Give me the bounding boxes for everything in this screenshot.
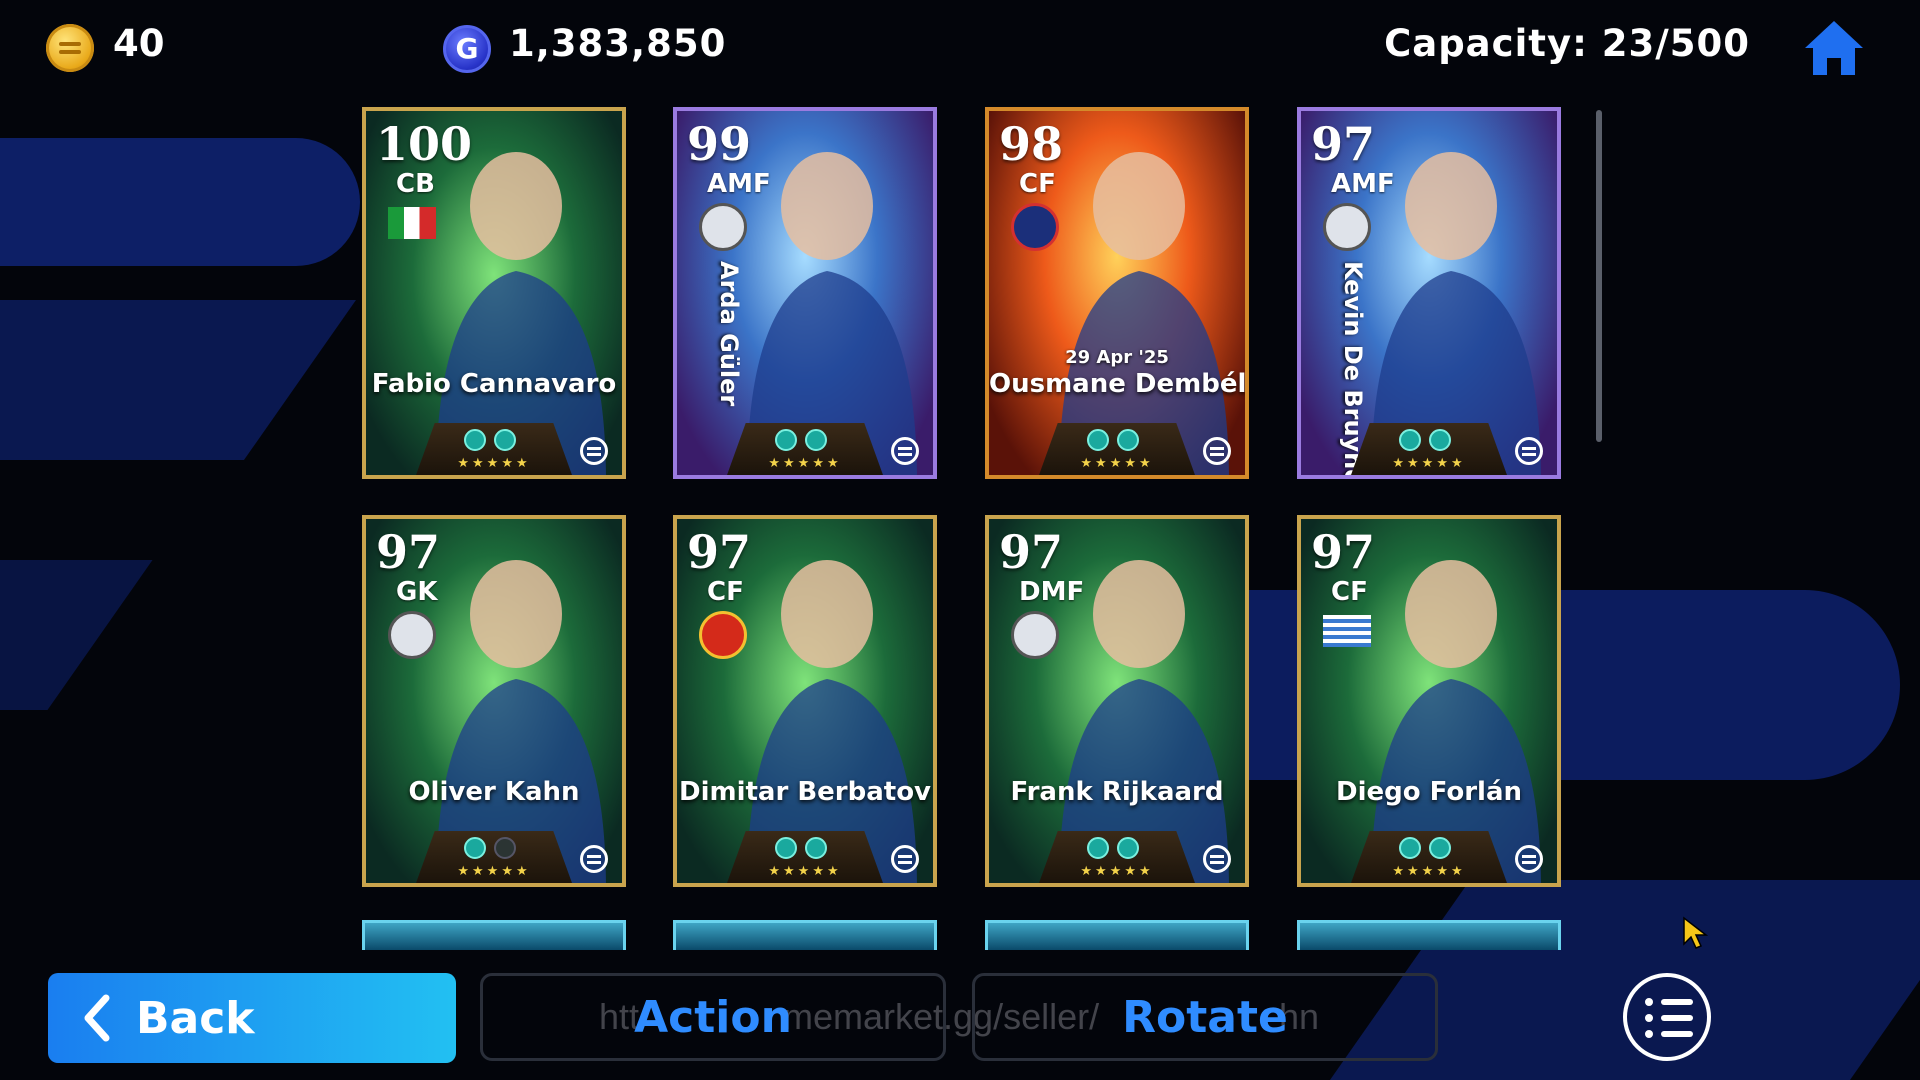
player-card[interactable]: 97 CF Dimitar Berbatov ★★★★★ [673,515,937,887]
efootball-logo-icon [1515,437,1543,465]
card-row-peek[interactable] [673,920,937,950]
card-player-name: Oliver Kahn [408,777,580,807]
card-row-peek[interactable] [985,920,1249,950]
player-card[interactable]: 98 CF 29 Apr '25 Ousmane Dembélé ★★★★★ [985,107,1249,479]
capacity-label: Capacity: 23/500 [1384,22,1750,65]
card-row-peek[interactable] [362,920,626,950]
efootball-logo-icon [580,437,608,465]
efootball-logo-icon [1203,437,1231,465]
card-position: DMF [1019,577,1085,607]
card-rating: 97 [1311,525,1376,579]
psg-badge-icon [1011,203,1059,251]
card-position: GK [396,577,438,607]
skill-slot-icon [775,429,797,451]
skill-slot-icon [494,837,516,859]
manutd-badge-icon [699,611,747,659]
italy-flag-icon [388,207,436,239]
card-player-name: Ousmane Dembélé [989,369,1249,399]
card-rating: 97 [999,525,1064,579]
mouse-cursor-icon [1683,916,1708,949]
scrollbar[interactable] [1596,110,1602,442]
card-position: AMF [1331,169,1395,199]
card-position: CB [396,169,435,199]
player-card[interactable]: 97 AMF Kevin De Bruyne ★★★★★ [1297,107,1561,479]
skill-slot-icon [1117,837,1139,859]
home-icon[interactable] [1803,18,1865,78]
gp-balance: 1,383,850 [509,22,727,65]
skill-slot-icon [775,837,797,859]
card-player-name: Arda Güler [715,261,743,407]
list-menu-icon[interactable] [1623,973,1711,1061]
card-player-name: Diego Forlán [1335,777,1522,807]
gp-icon: G [443,25,491,73]
skill-slot-icon [1117,429,1139,451]
club-badge-icon [1323,203,1371,251]
skill-slot-icon [464,429,486,451]
player-card[interactable]: 97 CF Diego Forlán ★★★★★ [1297,515,1561,887]
action-label: Action [634,992,792,1043]
club-badge-icon [699,203,747,251]
player-card[interactable]: 100 CB Fabio Cannavaro ★★★★★ [362,107,626,479]
skill-slot-icon [1429,429,1451,451]
skill-slot-icon [1087,837,1109,859]
efootball-logo-icon [891,845,919,873]
card-rating: 100 [376,117,473,171]
efootball-logo-icon [1203,845,1231,873]
skill-slot-icon [494,429,516,451]
card-date: 29 Apr '25 [1065,347,1169,368]
card-rating: 97 [376,525,441,579]
card-position: CF [1019,169,1056,199]
card-row-peek[interactable] [1297,920,1561,950]
card-rating: 97 [1311,117,1376,171]
card-position: CF [707,577,744,607]
player-card[interactable]: 97 GK Oliver Kahn ★★★★★ [362,515,626,887]
efootball-logo-icon [580,845,608,873]
club-badge-icon [1011,611,1059,659]
skill-slot-icon [1399,837,1421,859]
top-bar: 40 G 1,383,850 Capacity: 23/500 [0,0,1920,90]
skill-slot-icon [1087,429,1109,451]
skill-slot-icon [805,837,827,859]
background [0,0,1920,1080]
card-player-name: Dimitar Berbatov [678,777,931,807]
bottom-bar: Back htt memarket.gg/seller/ Action hn R… [0,960,1920,1080]
rotate-button[interactable]: hn Rotate [972,973,1438,1061]
skill-slot-icon [464,837,486,859]
club-badge-icon [388,611,436,659]
player-card[interactable]: 99 AMF Arda Güler ★★★★★ [673,107,937,479]
card-player-name: Frank Rijkaard [1010,777,1224,807]
card-position: AMF [707,169,771,199]
skill-slot-icon [1399,429,1421,451]
coin-balance: 40 [113,22,165,65]
back-label: Back [136,992,255,1044]
card-position: CF [1331,577,1368,607]
card-rating: 97 [687,525,752,579]
back-button[interactable]: Back [48,973,456,1063]
skill-slot-icon [1429,837,1451,859]
card-rating: 98 [999,117,1064,171]
chevron-left-icon [84,994,110,1042]
card-player-name: Fabio Cannavaro [371,369,617,399]
rotate-label: Rotate [1122,992,1288,1043]
efootball-logo-icon [1515,845,1543,873]
card-rating: 99 [687,117,752,171]
ecoin-icon [46,24,94,72]
uruguay-flag-icon [1323,615,1371,647]
efootball-logo-icon [891,437,919,465]
skill-slot-icon [805,429,827,451]
player-card[interactable]: 97 DMF Frank Rijkaard ★★★★★ [985,515,1249,887]
action-button[interactable]: htt memarket.gg/seller/ Action [480,973,1099,1061]
